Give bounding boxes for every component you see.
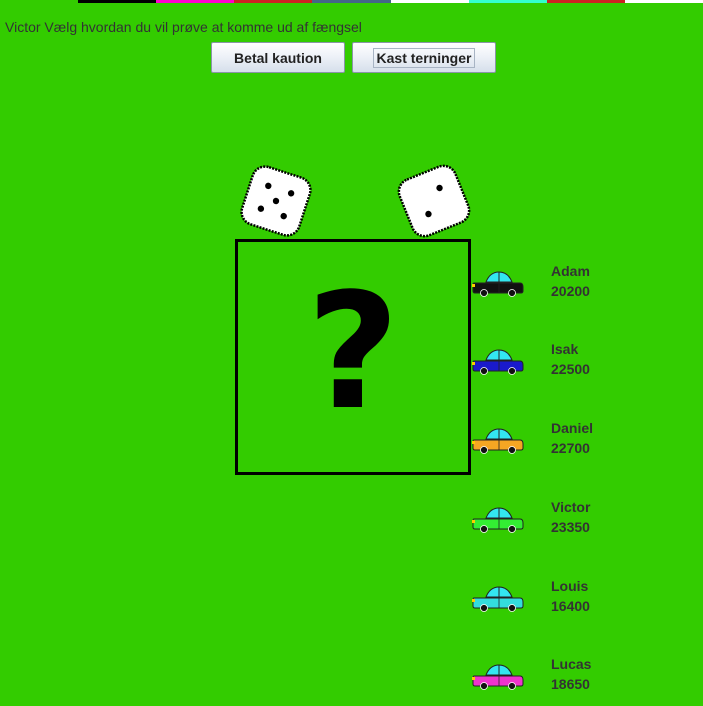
roll-dice-button[interactable]: Kast terninger (352, 42, 496, 73)
top-strip-segment (78, 0, 157, 3)
car-icon (472, 271, 524, 297)
top-strip-segment (624, 0, 703, 3)
player-money: 18650 (551, 676, 590, 692)
pay-bail-button[interactable]: Betal kaution (211, 42, 345, 73)
top-color-strip (0, 0, 703, 3)
chance-card: ? (235, 239, 471, 475)
player-money: 22500 (551, 361, 590, 377)
die-2 (397, 164, 471, 238)
player-entry: Isak 22500 (472, 341, 632, 391)
player-name: Victor (551, 499, 591, 515)
player-name: Adam (551, 263, 590, 279)
player-name: Lucas (551, 656, 592, 672)
top-strip-segment (468, 0, 547, 3)
roll-dice-button-label: Kast terninger (372, 47, 476, 68)
top-strip-segment (0, 0, 79, 3)
player-entry: Victor 23350 (472, 499, 632, 549)
player-entry: Lucas 18650 (472, 656, 632, 706)
player-money: 20200 (551, 283, 590, 299)
top-strip-segment (312, 0, 391, 3)
player-money: 22700 (551, 440, 590, 456)
top-strip-segment (156, 0, 235, 3)
status-message: Victor Vælg hvordan du vil prøve at komm… (5, 19, 362, 35)
player-money: 23350 (551, 519, 590, 535)
car-icon (472, 664, 524, 690)
die-1 (240, 165, 312, 237)
top-strip-segment (546, 0, 625, 3)
top-strip-segment (234, 0, 313, 3)
player-entry: Daniel 22700 (472, 420, 632, 470)
player-entry: Louis 16400 (472, 578, 632, 628)
player-name: Louis (551, 578, 589, 594)
car-icon (472, 428, 524, 454)
player-name: Daniel (551, 420, 594, 436)
player-entry: Adam 20200 (472, 263, 632, 313)
car-icon (472, 349, 524, 375)
player-money: 16400 (551, 598, 590, 614)
question-mark-icon: ? (306, 258, 400, 445)
player-name: Isak (551, 341, 579, 357)
car-icon (472, 507, 524, 533)
car-icon (472, 586, 524, 612)
top-strip-segment (390, 0, 469, 3)
